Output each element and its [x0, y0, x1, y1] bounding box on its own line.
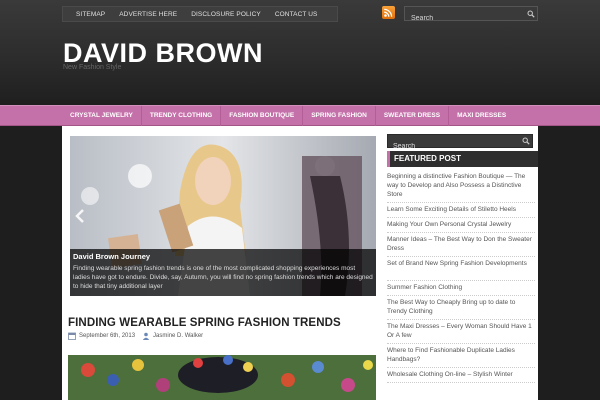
featured-post-link[interactable]: Beginning a distinctive Fashion Boutique…	[387, 170, 535, 203]
post-meta: September 6th, 2013 Jasmine D. Walker	[68, 332, 203, 340]
post-date: September 6th, 2013	[79, 333, 136, 339]
post-thumbnail[interactable]	[68, 355, 376, 400]
main-content: David Brown Journey Finding wearable spr…	[62, 126, 382, 400]
featured-post-link[interactable]: The Maxi Dresses – Every Woman Should Ha…	[387, 320, 535, 344]
rss-icon[interactable]	[382, 6, 395, 19]
featured-slider[interactable]: David Brown Journey Finding wearable spr…	[70, 136, 376, 296]
featured-post-link[interactable]: The Best Way to Cheaply Bring up to date…	[387, 296, 535, 320]
top-nav-sitemap[interactable]: SITEMAP	[69, 11, 112, 18]
arrow-left-icon[interactable]	[74, 208, 86, 224]
slide-caption: David Brown Journey Finding wearable spr…	[70, 249, 376, 296]
header-search-box	[404, 6, 538, 25]
top-nav-contact[interactable]: CONTACT US	[268, 11, 325, 18]
featured-post-link[interactable]: Learn Some Exciting Details of Stiletto …	[387, 203, 535, 218]
nav-item-trendy-clothing[interactable]: TRENDY CLOTHING	[142, 106, 222, 126]
featured-post-link[interactable]: Wholesale Clothing On-line – Stylish Win…	[387, 368, 535, 383]
nav-item-crystal-jewelry[interactable]: CRYSTAL JEWELRY	[62, 106, 142, 126]
slide-title[interactable]: David Brown Journey	[73, 252, 373, 261]
sidebar: FEATURED POST Beginning a distinctive Fa…	[382, 126, 538, 400]
calendar-icon	[68, 332, 76, 340]
slide-text: Finding wearable spring fashion trends i…	[73, 265, 373, 290]
nav-item-spring-fashion[interactable]: SPRING FASHION	[303, 106, 376, 126]
site-tagline: New Fashion Style	[63, 64, 122, 71]
featured-post-link[interactable]: Set of Brand New Spring Fashion Developm…	[387, 257, 535, 281]
nav-item-sweater-dress[interactable]: SWEATER DRESS	[376, 106, 450, 126]
search-icon[interactable]	[527, 10, 535, 18]
post-author[interactable]: Jasmine D. Walker	[153, 333, 203, 339]
featured-post-header: FEATURED POST	[387, 151, 538, 167]
featured-post-link[interactable]: Manner Ideas – The Best Way to Don the S…	[387, 233, 535, 257]
site-header: SITEMAP ADVERTISE HERE DISCLOSURE POLICY…	[0, 0, 600, 105]
featured-post-link[interactable]: Summer Fashion Clothing	[387, 281, 535, 296]
sidebar-search-box	[387, 134, 533, 153]
featured-post-link[interactable]: Making Your Own Personal Crystal Jewelry	[387, 218, 535, 233]
featured-post-link[interactable]: Where to Find Fashionable Duplicate Ladi…	[387, 344, 535, 368]
main-navigation: CRYSTAL JEWELRY TRENDY CLOTHING FASHION …	[0, 105, 600, 126]
post-title[interactable]: FINDING WEARABLE SPRING FASHION TRENDS	[68, 317, 341, 329]
featured-post-list: Beginning a distinctive Fashion Boutique…	[387, 170, 535, 383]
header-search-input[interactable]	[405, 12, 515, 25]
top-nav-disclosure[interactable]: DISCLOSURE POLICY	[184, 11, 268, 18]
top-navigation: SITEMAP ADVERTISE HERE DISCLOSURE POLICY…	[62, 6, 338, 22]
search-icon[interactable]	[522, 137, 530, 145]
nav-item-fashion-boutique[interactable]: FASHION BOUTIQUE	[221, 106, 304, 126]
user-icon	[142, 332, 150, 340]
nav-item-maxi-dresses[interactable]: MAXI DRESSES	[449, 106, 514, 126]
top-nav-advertise[interactable]: ADVERTISE HERE	[112, 11, 184, 18]
post-image	[68, 355, 376, 400]
